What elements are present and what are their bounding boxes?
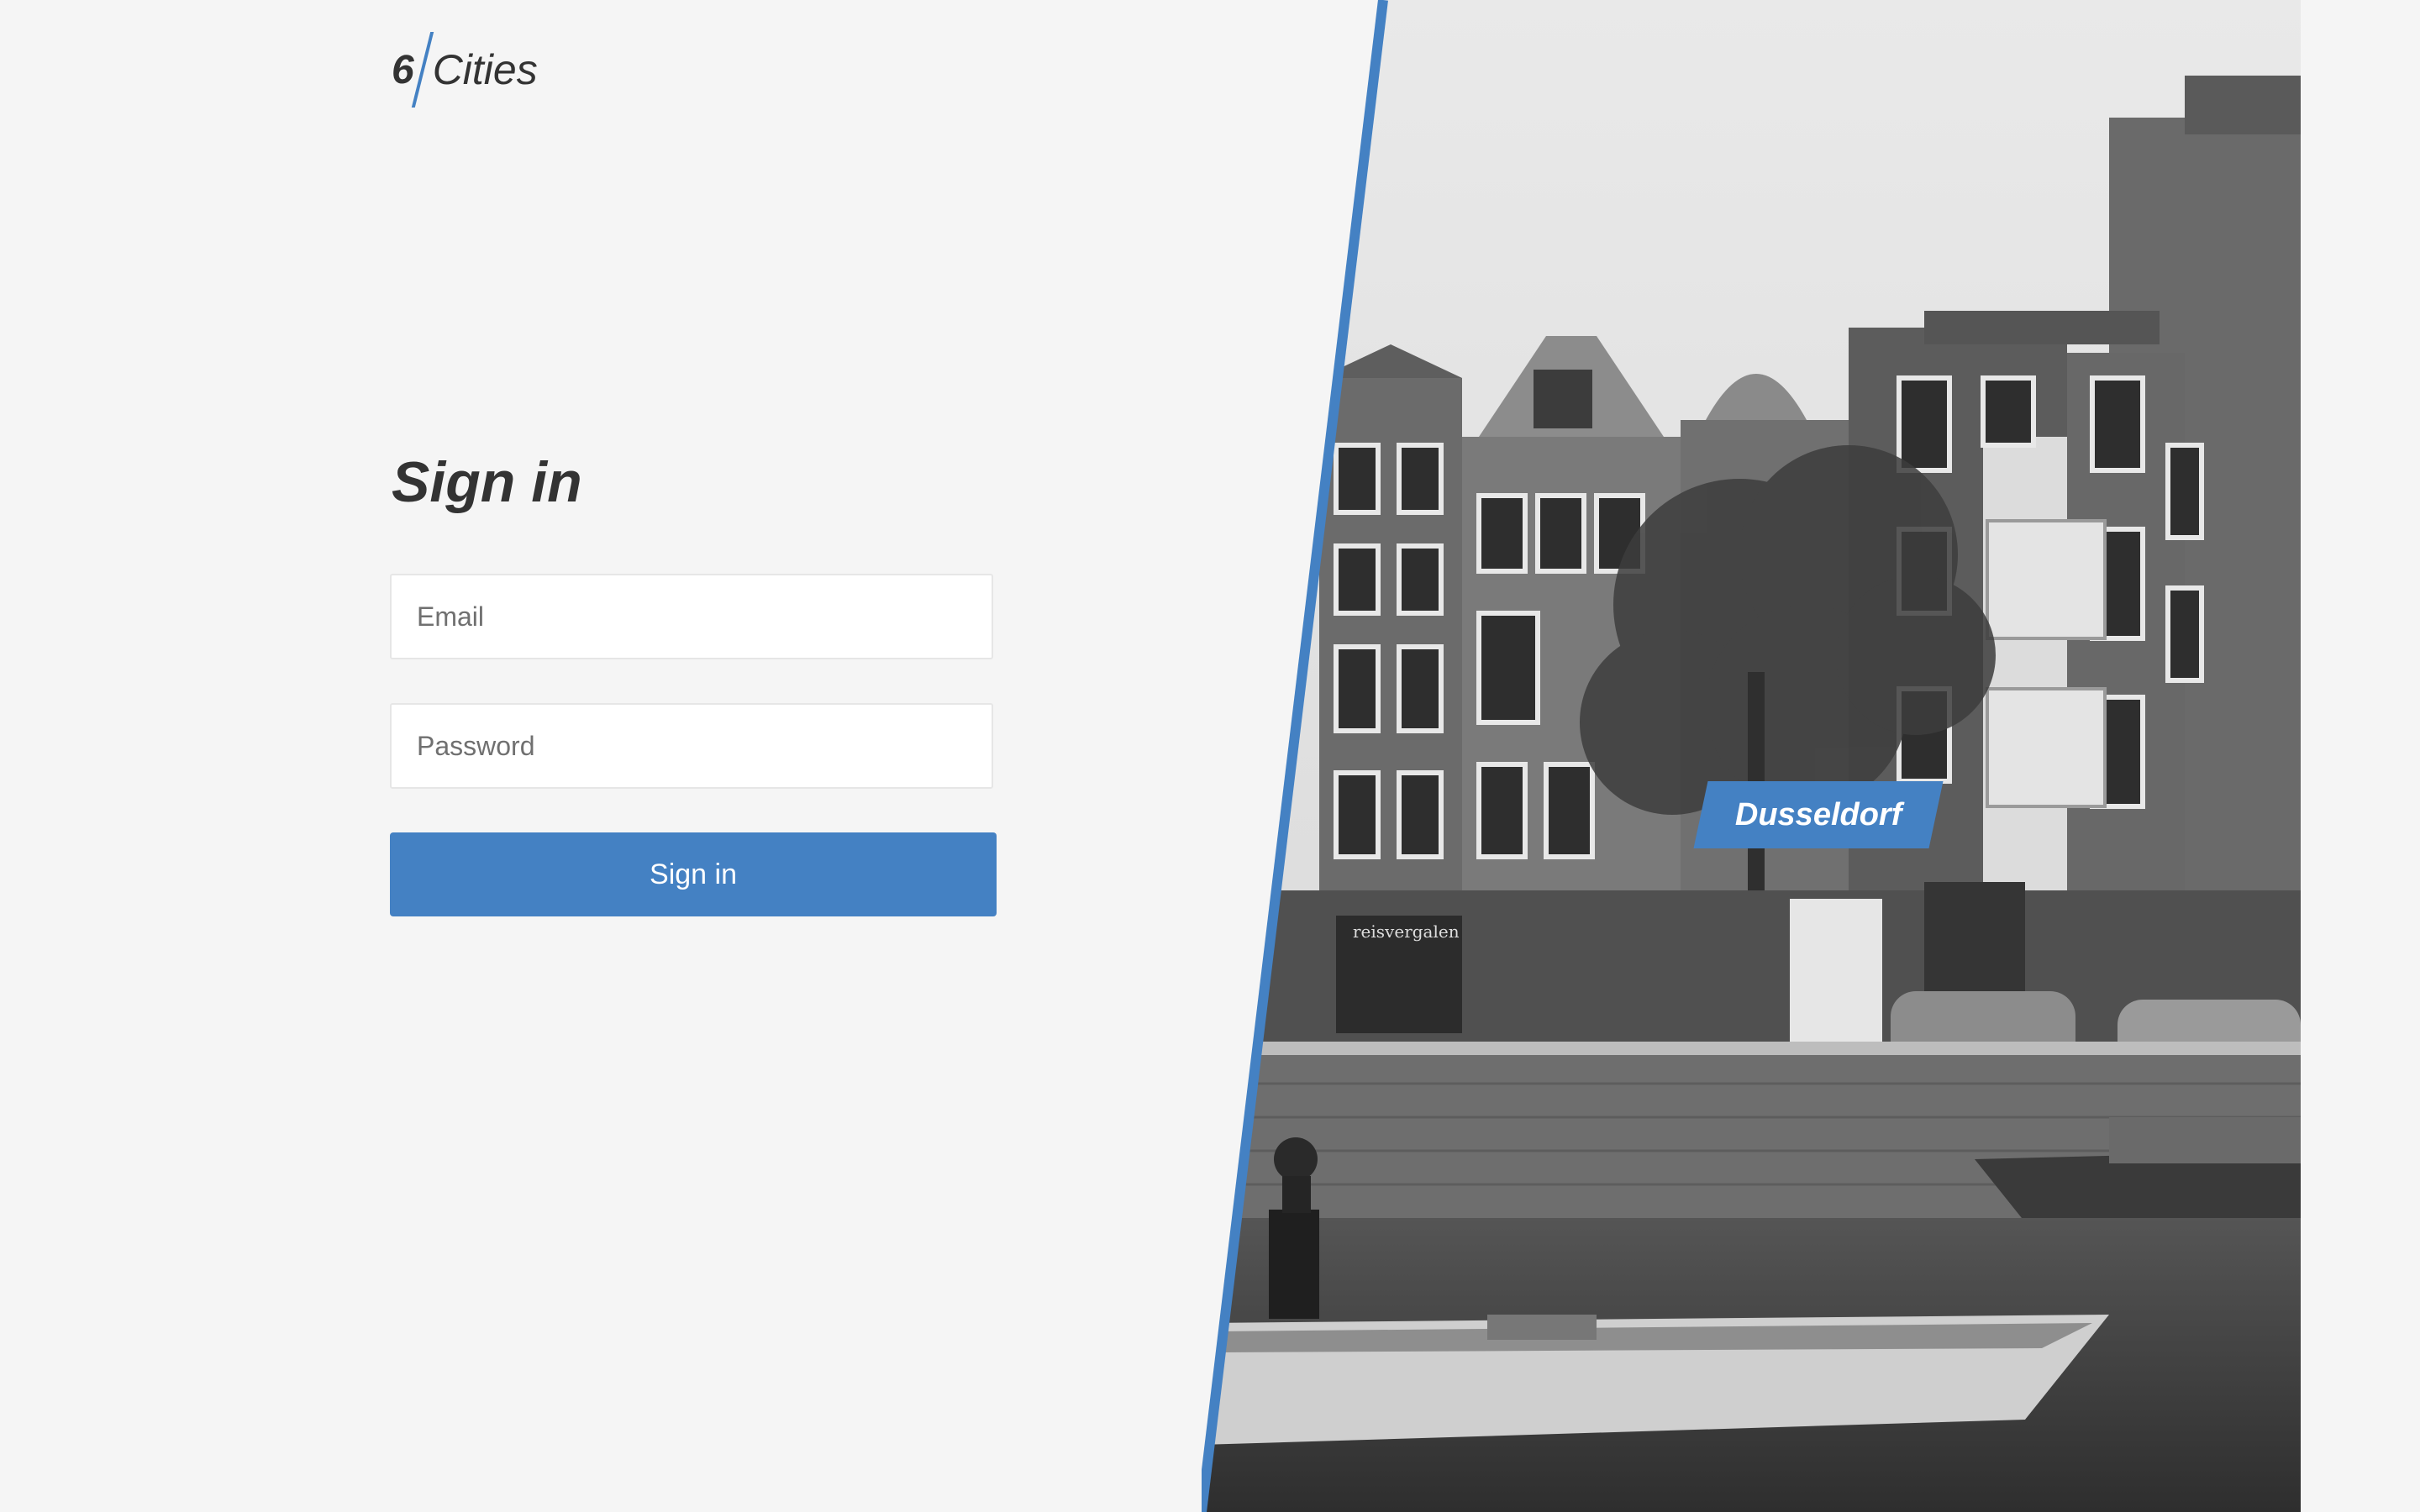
logo-number: 6: [392, 47, 414, 92]
city-name: Dusseldorf: [1734, 796, 1902, 832]
page-margin: [2301, 0, 2420, 1512]
password-field[interactable]: [390, 703, 993, 789]
email-field[interactable]: [390, 574, 993, 659]
page-title: Sign in: [392, 450, 582, 514]
city-photo: reisvergalen: [1202, 0, 2301, 1512]
logo-link[interactable]: 6 Cities: [392, 32, 538, 108]
shop-sign: reisvergalen: [1353, 921, 1460, 942]
login-page: 6 Cities Sign in Sign in: [0, 0, 2420, 1512]
logo-icon: [411, 32, 434, 108]
city-badge[interactable]: Dusseldorf: [1693, 781, 1944, 848]
sign-in-button[interactable]: Sign in: [390, 832, 997, 916]
logo-text: Cities: [432, 46, 538, 93]
